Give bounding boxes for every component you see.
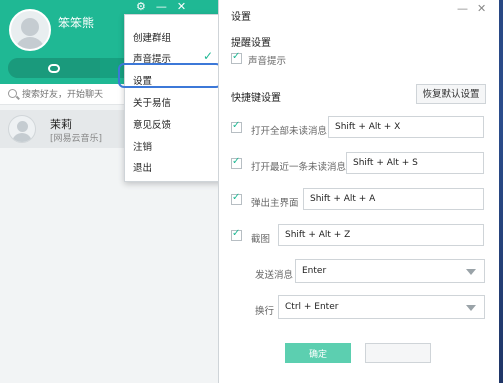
contact-name: 茉莉 — [50, 118, 72, 131]
reminder-section-title: 提醒设置 — [231, 38, 271, 49]
shortcut-checkbox-3[interactable] — [231, 192, 242, 205]
contact-avatar — [8, 115, 36, 143]
shortcut-field-3[interactable]: Shift + Alt + A — [303, 188, 484, 210]
close-icon[interactable]: ✕ — [177, 0, 186, 14]
shortcut-field-1[interactable]: Shift + Alt + X — [328, 116, 484, 138]
send-message-select[interactable]: Enter — [295, 259, 485, 283]
sound-checkbox[interactable] — [231, 51, 242, 64]
user-avatar[interactable] — [9, 9, 51, 51]
shortcut-checkbox-4[interactable] — [231, 228, 242, 241]
menu-item-create-group[interactable]: 创建群组 — [133, 30, 171, 44]
shortcut-label-3: 弹出主界面 — [251, 198, 299, 209]
newline-label: 换行 — [255, 306, 275, 317]
sound-label: 声音提示 — [248, 56, 287, 67]
chevron-down-icon — [466, 305, 476, 311]
shortcut-checkbox-1[interactable] — [231, 120, 242, 133]
shortcut-field-2[interactable]: Shift + Alt + S — [346, 152, 484, 174]
chevron-down-icon — [466, 269, 476, 275]
shortcut-section-title: 快捷键设置 — [231, 93, 281, 104]
cancel-button[interactable] — [365, 343, 431, 363]
username: 笨笨熊 — [58, 16, 95, 30]
shortcut-label-2: 打开最近一条未读消息 — [251, 162, 347, 173]
menu-item-about[interactable]: 关于易信 — [133, 95, 171, 109]
menu-icon[interactable]: ⚙ — [136, 0, 146, 14]
newline-select[interactable]: Ctrl + Enter — [278, 295, 485, 319]
menu-item-exit[interactable]: 退出 — [133, 160, 152, 174]
chat-bubble-icon — [48, 63, 60, 73]
settings-highlight-box — [118, 63, 222, 88]
shortcut-label-1: 打开全部未读消息 — [251, 126, 328, 137]
check-icon: ✓ — [203, 49, 214, 63]
settings-title: 设置 — [231, 12, 251, 23]
shortcut-checkbox-2[interactable] — [231, 156, 242, 169]
minimize-icon[interactable]: — — [156, 0, 167, 14]
menu-item-logout[interactable]: 注销 — [133, 139, 152, 153]
menu-item-feedback[interactable]: 意见反馈 — [133, 117, 171, 131]
main-menu: 创建群组 声音提示 ✓ 设置 关于易信 意见反馈 注销 退出 — [124, 14, 226, 182]
shortcut-field-4[interactable]: Shift + Alt + Z — [278, 224, 484, 246]
send-message-value: Enter — [302, 266, 327, 276]
settings-close-icon[interactable]: ✕ — [477, 2, 486, 15]
search-icon — [8, 89, 17, 98]
newline-value: Ctrl + Enter — [285, 302, 339, 312]
tab-chats[interactable] — [8, 58, 100, 78]
settings-minimize-icon[interactable]: — — [457, 2, 468, 15]
settings-window: 设置 — ✕ 提醒设置 声音提示 快捷键设置 恢复默认设置 打开全部未读消息 S… — [218, 0, 499, 383]
contact-status: [网易云音乐] — [50, 134, 103, 144]
shortcut-label-4: 截图 — [251, 234, 271, 245]
restore-defaults-button[interactable]: 恢复默认设置 — [416, 84, 486, 104]
ok-button[interactable]: 确定 — [285, 343, 351, 363]
window-controls: ⚙ — ✕ — [136, 0, 186, 14]
send-message-label: 发送消息 — [255, 270, 294, 281]
